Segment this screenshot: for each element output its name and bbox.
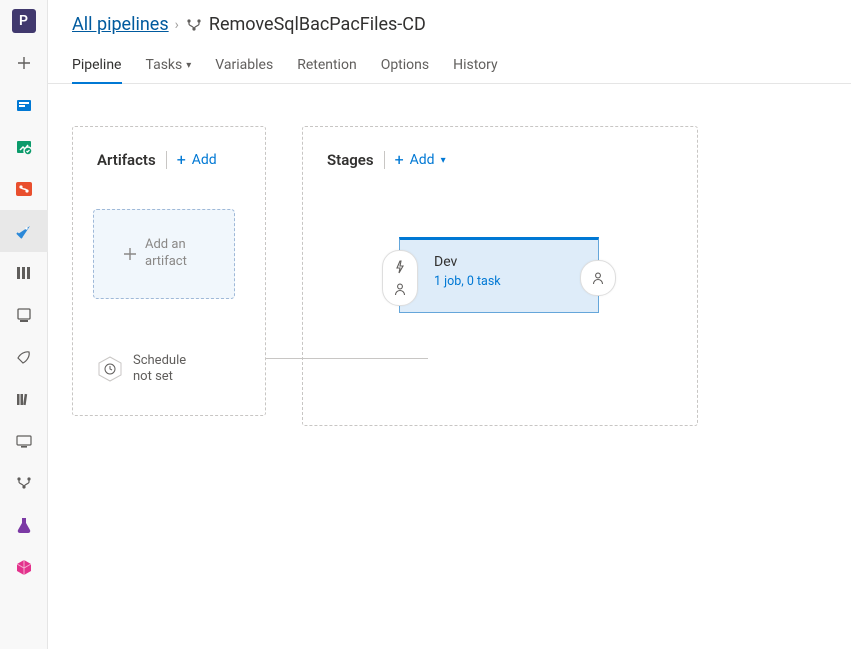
stage-wrap: Dev 1 job, 0 task (399, 237, 599, 313)
stage-card-dev[interactable]: Dev 1 job, 0 task (399, 237, 599, 313)
plus-icon (16, 55, 32, 71)
nav-deploy-groups[interactable] (0, 336, 48, 378)
plus-icon: + (395, 152, 404, 168)
project-badge-item[interactable]: P (0, 0, 48, 42)
pre-deploy-conditions-button[interactable] (382, 250, 418, 306)
artifacts-panel: Artifacts + Add Add an artifact (72, 126, 266, 416)
add-artifact-text: Add an artifact (145, 237, 205, 271)
nav-releases[interactable] (0, 210, 48, 252)
tab-history[interactable]: History (453, 47, 498, 83)
stages-panel: Stages + Add ▾ Dev 1 (302, 126, 698, 426)
separator (384, 151, 385, 169)
tab-label: Variables (215, 57, 273, 73)
trigger-icon (393, 260, 407, 274)
plus-icon (123, 247, 137, 261)
pipeline-canvas: Artifacts + Add Add an artifact (48, 84, 851, 468)
separator (166, 151, 167, 169)
nav-repos[interactable] (0, 126, 48, 168)
schedule-button[interactable]: Schedule not set (97, 353, 241, 384)
monitor-icon (15, 432, 33, 450)
artifacts-panel-header: Artifacts + Add (97, 151, 241, 169)
breadcrumb: All pipelines › RemoveSqlBacPacFiles-CD (48, 0, 851, 39)
person-icon (591, 271, 605, 285)
add-artifact-box[interactable]: Add an artifact (93, 209, 235, 299)
tab-label: Retention (297, 57, 357, 73)
person-icon (393, 282, 407, 296)
nav-new[interactable] (0, 42, 48, 84)
app-root: P (0, 0, 851, 649)
schedule-text: Schedule not set (133, 353, 203, 384)
stage-jobs-link[interactable]: 1 job, 0 task (434, 274, 582, 289)
nav-packages[interactable] (0, 546, 48, 588)
nav-rail: P (0, 0, 48, 649)
add-artifact-link[interactable]: + Add (177, 152, 217, 168)
tab-tasks[interactable]: Tasks ▾ (146, 47, 192, 83)
chevron-down-icon: ▾ (186, 60, 191, 71)
tab-options[interactable]: Options (381, 47, 429, 83)
post-deploy-conditions-button[interactable] (580, 260, 616, 296)
tabs-bar: Pipeline Tasks ▾ Variables Retention Opt… (48, 39, 851, 84)
chevron-down-icon: ▾ (441, 155, 446, 166)
tab-pipeline[interactable]: Pipeline (72, 47, 122, 83)
pipeline-red-icon (14, 179, 34, 199)
add-label: Add (410, 152, 435, 168)
boards-icon (14, 95, 34, 115)
artifacts-title: Artifacts (97, 151, 156, 169)
all-pipelines-link[interactable]: All pipelines (72, 14, 169, 35)
project-badge: P (12, 9, 36, 33)
chevron-right-icon: › (175, 17, 179, 33)
page-title: RemoveSqlBacPacFiles-CD (209, 14, 426, 35)
clock-hex-icon (97, 356, 123, 382)
library-icon (15, 264, 33, 282)
rocket-blue-icon (13, 220, 35, 242)
nav-branching[interactable] (0, 462, 48, 504)
rocket-outline-icon (15, 348, 33, 366)
repos-icon (14, 137, 34, 157)
add-stage-link[interactable]: + Add ▾ (395, 152, 446, 168)
package-icon (14, 557, 34, 577)
main-area: All pipelines › RemoveSqlBacPacFiles-CD … (48, 0, 851, 649)
nav-env[interactable] (0, 420, 48, 462)
tab-variables[interactable]: Variables (215, 47, 273, 83)
tab-retention[interactable]: Retention (297, 47, 357, 83)
stage-name: Dev (434, 254, 582, 270)
release-pipeline-icon (185, 14, 203, 35)
stages-title: Stages (327, 151, 374, 169)
nav-pipelines-item[interactable] (0, 168, 48, 210)
add-label: Add (192, 152, 217, 168)
nav-task-groups[interactable] (0, 294, 48, 336)
tab-label: Tasks (146, 57, 183, 73)
tab-label: Pipeline (72, 57, 122, 73)
nav-test-plans[interactable] (0, 504, 48, 546)
tab-label: History (453, 57, 498, 73)
nav-library[interactable] (0, 252, 48, 294)
server-icon (15, 306, 33, 324)
nav-boards[interactable] (0, 84, 48, 126)
stages-panel-header: Stages + Add ▾ (327, 151, 673, 169)
flask-icon (14, 515, 34, 535)
tab-label: Options (381, 57, 429, 73)
branch-icon (15, 474, 33, 492)
plus-icon: + (177, 152, 186, 168)
nav-artifacts[interactable] (0, 378, 48, 420)
books-icon (15, 390, 33, 408)
